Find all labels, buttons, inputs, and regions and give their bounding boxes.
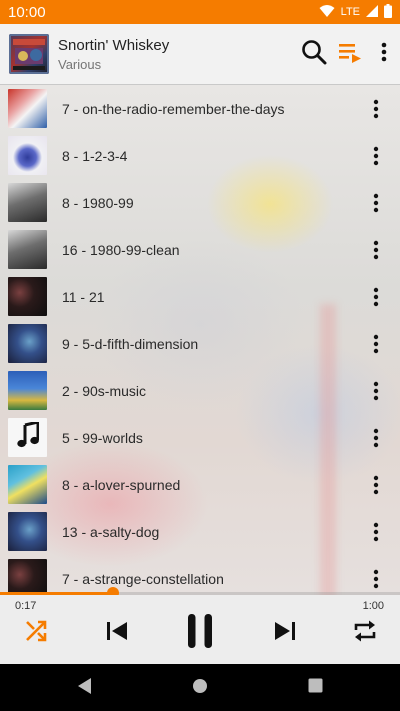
list-item[interactable]: 16 - 1980-99-clean [0, 226, 400, 273]
track-menu-button[interactable] [366, 517, 386, 547]
pause-icon [187, 613, 213, 654]
track-menu-button[interactable] [366, 94, 386, 124]
elapsed-time: 0:17 [15, 600, 37, 612]
previous-button[interactable] [103, 619, 131, 647]
track-title: 8 - 1-2-3-4 [62, 147, 128, 164]
more-vert-icon [381, 42, 387, 67]
track-title: 2 - 90s-music [62, 382, 147, 399]
track-thumbnail [8, 512, 47, 551]
battery-icon [384, 3, 392, 21]
list-item[interactable]: 7 - a-strange-constellation [0, 555, 400, 594]
track-menu-button[interactable] [366, 329, 386, 359]
list-item[interactable]: 7 - on-the-radio-remember-the-days [0, 85, 400, 132]
track-thumbnail [8, 324, 47, 363]
navigation-bar [0, 664, 400, 711]
next-button[interactable] [271, 619, 299, 647]
track-title: 5 - 99-worlds [62, 429, 143, 446]
wifi-icon [319, 4, 335, 21]
shuffle-button[interactable] [22, 619, 50, 647]
track-menu-button[interactable] [366, 564, 386, 594]
list-item[interactable]: 8 - a-lover-spurned [0, 461, 400, 508]
search-button[interactable] [296, 34, 332, 74]
track-title: 11 - 21 [62, 288, 105, 305]
list-item[interactable]: 11 - 21 [0, 273, 400, 320]
track-thumbnail [8, 418, 47, 457]
now-playing-header: Snortin' Whiskey Various [0, 24, 400, 85]
track-title: 16 - 1980-99-clean [62, 241, 180, 258]
queue-icon [338, 41, 362, 68]
track-menu-button[interactable] [366, 235, 386, 265]
home-icon [192, 678, 208, 699]
track-thumbnail [8, 89, 47, 128]
home-button[interactable] [188, 676, 212, 700]
track-menu-button[interactable] [366, 423, 386, 453]
status-bar: 10:00 LTE [0, 0, 400, 24]
track-menu-button[interactable] [366, 376, 386, 406]
track-thumbnail [8, 183, 47, 222]
list-item[interactable]: 9 - 5-d-fifth-dimension [0, 320, 400, 367]
overflow-menu-button[interactable] [368, 34, 400, 74]
track-list[interactable]: 7 - on-the-radio-remember-the-days 8 - 1… [0, 84, 400, 594]
total-time: 1:00 [362, 600, 384, 612]
track-title: 8 - 1980-99 [62, 194, 134, 211]
list-item[interactable]: 13 - a-salty-dog [0, 508, 400, 555]
track-title: 9 - 5-d-fifth-dimension [62, 335, 199, 352]
repeat-icon [352, 619, 378, 648]
shuffle-icon [24, 619, 48, 648]
album-title: Snortin' Whiskey [58, 36, 170, 54]
signal-icon [366, 4, 378, 20]
list-item[interactable]: 8 - 1-2-3-4 [0, 132, 400, 179]
list-item[interactable]: 2 - 90s-music [0, 367, 400, 414]
track-thumbnail [8, 230, 47, 269]
track-thumbnail [8, 371, 47, 410]
track-menu-button[interactable] [366, 141, 386, 171]
pause-button[interactable] [182, 613, 218, 653]
repeat-button[interactable] [350, 619, 380, 647]
play-queue-button[interactable] [332, 34, 368, 74]
recents-button[interactable] [303, 676, 327, 700]
search-icon [301, 39, 327, 70]
track-title: 7 - a-strange-constellation [62, 570, 224, 587]
track-menu-button[interactable] [366, 470, 386, 500]
list-item[interactable]: 8 - 1980-99 [0, 179, 400, 226]
track-title: 8 - a-lover-spurned [62, 476, 181, 493]
track-thumbnail [8, 136, 47, 175]
track-menu-button[interactable] [366, 282, 386, 312]
track-thumbnail [8, 465, 47, 504]
skip-previous-icon [106, 621, 128, 646]
list-item[interactable]: 5 - 99-worlds [0, 414, 400, 461]
status-time: 10:00 [8, 3, 46, 21]
music-note-icon [16, 420, 39, 453]
network-type: LTE [340, 6, 360, 18]
recents-icon [308, 678, 323, 698]
album-artist: Various [58, 56, 102, 72]
back-icon [76, 677, 92, 700]
playback-controls: 0:17 1:00 [0, 595, 400, 664]
skip-next-icon [274, 621, 296, 646]
track-title: 7 - on-the-radio-remember-the-days [62, 100, 285, 117]
album-art[interactable] [9, 34, 49, 74]
track-title: 13 - a-salty-dog [62, 523, 160, 540]
track-thumbnail [8, 277, 47, 316]
back-button[interactable] [72, 676, 96, 700]
track-menu-button[interactable] [366, 188, 386, 218]
track-thumbnail [8, 559, 47, 594]
